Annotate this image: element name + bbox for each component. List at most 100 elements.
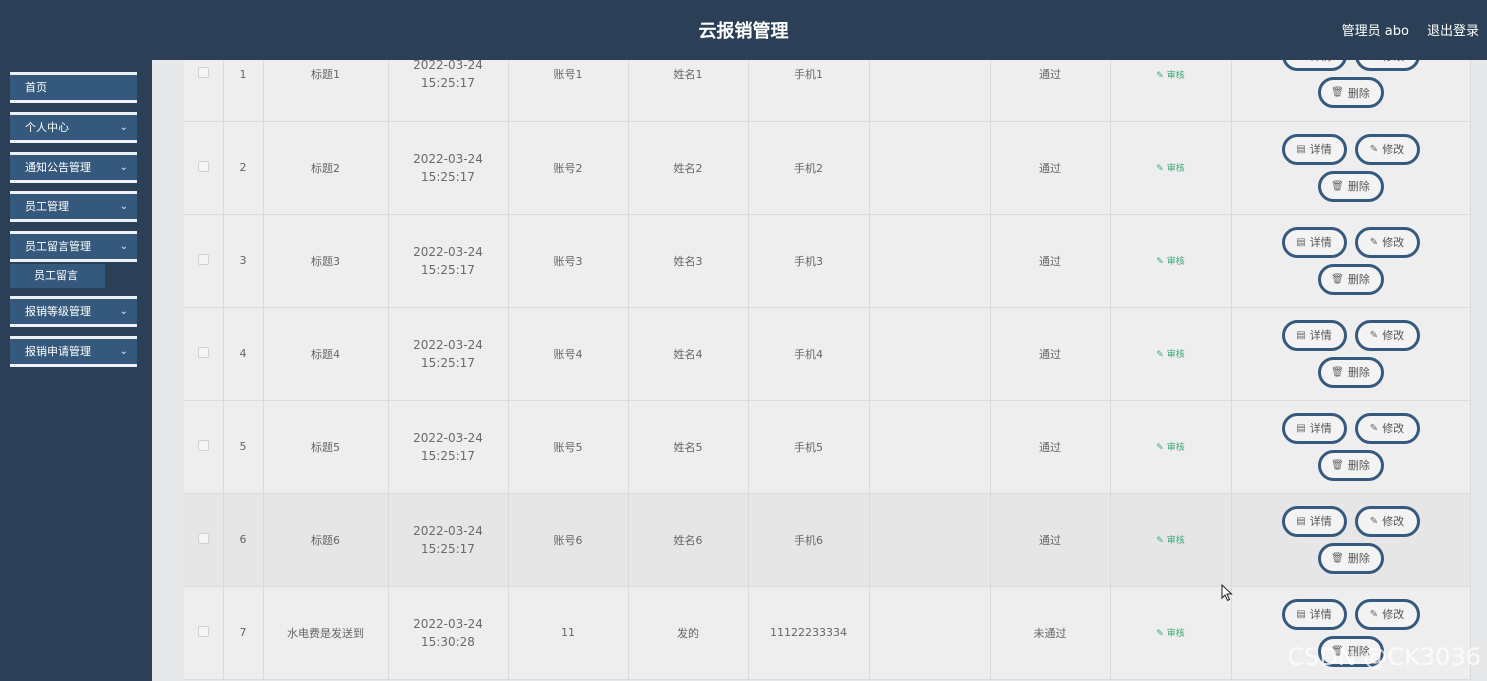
row-checkbox[interactable] [197, 346, 209, 358]
delete-button[interactable]: 🗑 删除 [1317, 77, 1384, 109]
row-checkbox-cell [184, 400, 224, 494]
user-label: 管理员 abo [1341, 24, 1409, 39]
row-checkbox[interactable] [197, 160, 209, 172]
row-checkbox-cell [184, 493, 224, 587]
detail-label: 详情 [1309, 515, 1332, 528]
row-checkbox[interactable] [197, 439, 209, 451]
row-phone: 手机5 [748, 400, 870, 494]
detail-button[interactable]: ▤详情 [1281, 133, 1347, 165]
pencil-icon: ✎ [1156, 629, 1167, 639]
edit-button[interactable]: ✎修改 [1354, 505, 1420, 537]
row-account: 账号3 [508, 214, 629, 308]
edit-button[interactable]: ✎修改 [1354, 226, 1420, 258]
row-name: 发的 [628, 586, 749, 680]
document-icon: ▤ [1296, 329, 1306, 341]
chevron-down-icon: ⌄ [119, 306, 128, 317]
sidebar-item-label: 员工留言管理 [25, 240, 91, 253]
audit-link[interactable]: ✎ 审核 [1156, 629, 1184, 639]
delete-button[interactable]: 🗑 删除 [1317, 263, 1384, 295]
row-audit-cell: ✎ 审核 [1110, 493, 1232, 587]
sidebar-subitem-employee-message[interactable]: 员工留言 [10, 264, 105, 288]
audit-label: 审核 [1166, 70, 1185, 81]
row-status: 通过 [990, 214, 1111, 308]
row-checkbox[interactable] [197, 625, 209, 637]
row-title: 水电费是发送到 [263, 586, 389, 680]
pencil-icon: ✎ [1156, 70, 1167, 81]
row-date: 2022-03-24 15:30:28 [388, 586, 509, 680]
audit-link[interactable]: ✎ 审核 [1156, 71, 1184, 81]
document-icon: ▤ [1296, 143, 1306, 155]
row-checkbox[interactable] [197, 67, 209, 79]
audit-link[interactable]: ✎ 审核 [1156, 536, 1184, 546]
row-phone: 手机1 [748, 60, 870, 122]
pencil-icon: ✎ [1156, 164, 1167, 174]
detail-button[interactable]: ▤详情 [1281, 319, 1347, 351]
detail-button[interactable]: ▤详情 [1281, 412, 1347, 444]
pencil-icon: ✎ [1156, 257, 1167, 267]
detail-button[interactable]: ▤详情 [1281, 505, 1347, 537]
delete-button[interactable]: 🗑 删除 [1317, 449, 1384, 481]
delete-label: 删除 [1347, 180, 1370, 193]
sidebar-item-home[interactable]: 首页 [10, 72, 137, 103]
edit-label: 修改 [1382, 422, 1405, 435]
row-actions: ▤详情✎修改 🗑删除 [1231, 214, 1471, 308]
edit-button[interactable]: ✎修改 [1354, 412, 1420, 444]
sidebar-item-employee-management[interactable]: 员工管理 ⌄ [10, 191, 137, 222]
row-actions: ▤详情✎修改 🗑删除 [1231, 400, 1471, 494]
row-index: 4 [223, 307, 264, 401]
row-title: 标题4 [263, 307, 389, 401]
row-empty-cell [869, 307, 991, 401]
row-audit-cell: ✎ 审核 [1110, 121, 1232, 215]
edit-button[interactable]: ✎修改 [1354, 60, 1420, 72]
sidebar-item-level-management[interactable]: 报销等级管理 ⌄ [10, 296, 137, 327]
row-status: 通过 [990, 60, 1111, 122]
logout-link[interactable]: 退出登录 [1427, 20, 1479, 39]
pencil-icon: ✎ [1156, 350, 1167, 360]
chevron-down-icon: ⌄ [119, 346, 128, 357]
row-checkbox[interactable] [197, 532, 209, 544]
row-status: 通过 [990, 400, 1111, 494]
row-empty-cell [869, 121, 991, 215]
detail-button[interactable]: ▤详情 [1281, 598, 1347, 630]
audit-link[interactable]: ✎ 审核 [1156, 350, 1184, 360]
edit-button[interactable]: ✎修改 [1354, 133, 1420, 165]
row-checkbox-cell [184, 586, 224, 680]
delete-button[interactable]: 🗑 删除 [1317, 170, 1384, 202]
table-body: 1标题12022-03-24 15:25:17账号1姓名1手机1通过✎ 审核▤详… [184, 60, 1471, 680]
edit-button[interactable]: ✎修改 [1354, 319, 1420, 351]
row-checkbox[interactable] [197, 253, 209, 265]
audit-label: 审核 [1166, 350, 1185, 360]
document-icon: ▤ [1296, 60, 1305, 61]
trash-icon: 🗑 [1331, 180, 1344, 192]
chevron-down-icon: ⌄ [119, 122, 128, 133]
delete-button[interactable]: 🗑 删除 [1317, 542, 1384, 574]
table-row: 3 标题3 2022-03-24 15:25:17 账号3 姓名3 手机3 通过 ✎ 审核 ▤ 详… [184, 214, 1471, 308]
delete-label: 删除 [1347, 459, 1370, 472]
app-title: 云报销管理 [698, 21, 789, 42]
audit-link[interactable]: ✎ 审核 [1156, 257, 1184, 267]
sidebar-item-notice-management[interactable]: 通知公告管理 ⌄ [10, 152, 137, 183]
audit-link[interactable]: ✎ 审核 [1156, 443, 1184, 453]
pencil-icon: ✎ [1369, 329, 1379, 341]
row-name: 姓名3 [628, 214, 749, 308]
delete-button[interactable]: 🗑 删除 [1317, 356, 1384, 388]
row-index: 3 [223, 214, 264, 308]
row-account: 账号4 [508, 307, 629, 401]
row-phone: 手机4 [748, 307, 870, 401]
row-name: 姓名1 [628, 60, 749, 122]
detail-label: 详情 [1309, 236, 1332, 249]
edit-button[interactable]: ✎修改 [1354, 598, 1420, 630]
row-checkbox-cell [184, 307, 224, 401]
row-account: 账号5 [508, 400, 629, 494]
row-index: 7 [223, 586, 264, 680]
audit-link[interactable]: ✎ 审核 [1156, 164, 1184, 174]
edit-label: 修改 [1382, 608, 1405, 621]
sidebar-item-personal-center[interactable]: 个人中心 ⌄ [10, 112, 137, 143]
delete-label: 删除 [1347, 273, 1370, 286]
row-checkbox-cell [184, 121, 224, 215]
sidebar-item-message-management[interactable]: 员工留言管理 ⌄ [10, 231, 137, 262]
detail-button[interactable]: ▤详情 [1281, 226, 1347, 258]
row-title: 标题6 [263, 493, 389, 587]
detail-button[interactable]: ▤详情 [1281, 60, 1347, 72]
sidebar-item-application-management[interactable]: 报销申请管理 ⌄ [10, 336, 137, 367]
